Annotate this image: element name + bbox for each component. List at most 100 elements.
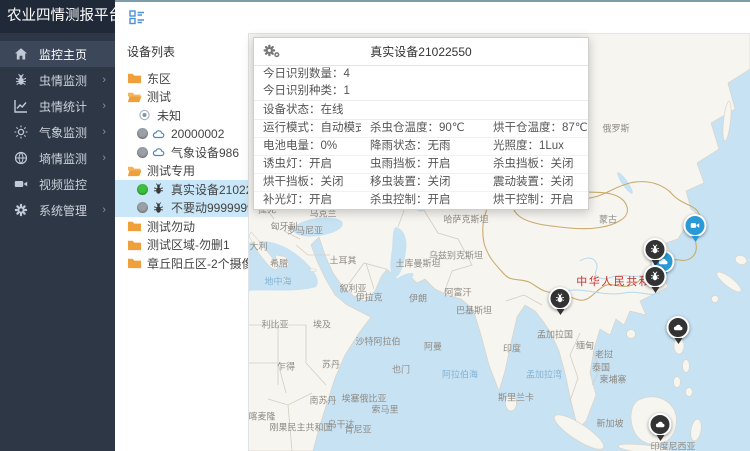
- detail-row: 烘干挡板：关闭 移虫装置：关闭 震动装置：关闭: [254, 174, 588, 192]
- marker-glyph-icon: [690, 220, 701, 231]
- detail-cell: 烘干仓温度：87℃: [484, 120, 588, 137]
- tree-item[interactable]: 不要动99999999: [115, 199, 248, 218]
- sidebar-item-icon: [14, 177, 28, 191]
- tree-item-label: 测试勿动: [147, 218, 195, 235]
- marker-glyph-icon: [650, 271, 661, 282]
- map-marker-pin[interactable]: [644, 238, 667, 261]
- tree-item-icon: [151, 201, 166, 215]
- sidebar-item-label: 系统管理: [39, 202, 87, 219]
- tree-item-icon: [151, 127, 166, 141]
- detail-cell: 震动装置：关闭: [484, 174, 588, 191]
- sidebar-item[interactable]: 虫情统计 ›: [0, 93, 115, 119]
- top-accent-strip: [115, 0, 750, 2]
- popup-detail-grid: 运行模式：自动模式 杀虫仓温度：90℃ 烘干仓温度：87℃ 电池电量：0% 降雨…: [254, 120, 588, 209]
- map-marker-pin[interactable]: [644, 265, 667, 288]
- tree-item-label: 未知: [157, 107, 181, 124]
- sidebar-item-label: 气象监测: [39, 124, 87, 141]
- device-list-title: 设备列表: [115, 33, 248, 69]
- tree-item-label: 测试: [147, 88, 171, 105]
- chevron-right-icon: ›: [102, 204, 106, 216]
- popup-device-title: 真实设备21022550: [254, 43, 588, 60]
- sidebar-item[interactable]: 系统管理 ›: [0, 197, 115, 223]
- detail-cell: 烘干挡板：关闭: [254, 174, 361, 191]
- tree-item-label: 东区: [147, 70, 171, 87]
- detail-row: 电池电量：0% 降雨状态：无雨 光照度：1Lux: [254, 138, 588, 156]
- device-status-row: 设备状态：在线: [254, 100, 588, 120]
- detail-row: 补光灯：开启 杀虫控制：开启 烘干控制：开启: [254, 192, 588, 209]
- detail-row: 诱虫灯：开启 虫雨挡板：开启 杀虫挡板：关闭: [254, 156, 588, 174]
- sidebar-item-icon: [14, 151, 28, 165]
- detail-cell: 杀虫控制：开启: [361, 192, 484, 209]
- marker-glyph-icon: [650, 244, 661, 255]
- map-marker-pin[interactable]: [684, 214, 707, 237]
- detail-cell: 杀虫挡板：关闭: [484, 156, 588, 173]
- device-list-panel: 设备列表 东区 测试 未知 20000002 气象设备986: [115, 33, 249, 451]
- list-view-icon[interactable]: [129, 9, 145, 25]
- tree-item-icon: [127, 164, 142, 178]
- map-marker-pin[interactable]: [549, 287, 572, 310]
- tree-item[interactable]: 测试专用: [115, 162, 248, 181]
- tree-item-icon: [127, 90, 142, 104]
- chevron-right-icon: ›: [102, 126, 106, 138]
- tree-item[interactable]: 未知: [115, 106, 248, 125]
- detail-cell: 运行模式：自动模式: [254, 120, 361, 137]
- popup-header: 真实设备21022550: [254, 38, 588, 66]
- sidebar-item[interactable]: 墒情监测 ›: [0, 145, 115, 171]
- detail-cell: 电池电量：0%: [254, 138, 361, 155]
- tree-item-icon: [127, 238, 142, 252]
- sidebar-item[interactable]: 视频监控 ›: [0, 171, 115, 197]
- sidebar-item-icon: [14, 47, 28, 61]
- sidebar-item-label: 虫情统计: [39, 98, 87, 115]
- tree-item[interactable]: 气象设备986: [115, 143, 248, 162]
- tree-item-icon: [137, 108, 152, 122]
- detail-cell: 诱虫灯：开启: [254, 156, 361, 173]
- tree-item[interactable]: 测试: [115, 88, 248, 107]
- sidebar-item-label: 墒情监测: [39, 150, 87, 167]
- map-marker-pin[interactable]: [649, 413, 672, 436]
- device-info-popup: 真实设备21022550 今日识别数量：4今日识别种类：1 设备状态：在线 运行…: [253, 37, 589, 210]
- detail-cell: 虫雨挡板：开启: [361, 156, 484, 173]
- sidebar-item[interactable]: 监控主页 ›: [0, 41, 115, 67]
- tree-item-icon: [151, 182, 166, 196]
- sidebar-item[interactable]: 气象监测 ›: [0, 119, 115, 145]
- device-tree: 东区 测试 未知 20000002 气象设备986 测试专用: [115, 69, 248, 273]
- tree-item-label: 不要动99999999: [171, 199, 248, 216]
- top-bar: [115, 0, 750, 34]
- summary-row: 今日识别数量：4: [254, 66, 588, 83]
- status-dot: [137, 184, 148, 195]
- tree-item[interactable]: 20000002: [115, 125, 248, 144]
- sidebar: 农业四情测报平台 监控主页 › 虫情监测 › 虫情统计 › 气象监测 › 墒情监…: [0, 0, 115, 451]
- tree-item[interactable]: 测试区域-勿删1: [115, 236, 248, 255]
- tree-item-label: 气象设备986: [171, 144, 239, 161]
- marker-glyph-icon: [555, 293, 566, 304]
- tree-item[interactable]: 测试勿动: [115, 217, 248, 236]
- tree-item[interactable]: 东区: [115, 69, 248, 88]
- tree-item-label: 20000002: [171, 127, 224, 141]
- chevron-right-icon: ›: [102, 74, 106, 86]
- status-dot: [137, 202, 148, 213]
- detail-cell: 移虫装置：关闭: [361, 174, 484, 191]
- sidebar-item-label: 监控主页: [39, 46, 87, 63]
- sidebar-item-icon: [14, 125, 28, 139]
- map-marker-pin[interactable]: [667, 316, 690, 339]
- chevron-right-icon: ›: [102, 152, 106, 164]
- marker-glyph-icon: [673, 322, 684, 333]
- summary-row: 今日识别种类：1: [254, 83, 588, 100]
- tree-item-icon: [127, 219, 142, 233]
- tree-item[interactable]: 章丘阳丘区-2个摄像头: [115, 254, 248, 273]
- sidebar-item-label: 视频监控: [39, 176, 87, 193]
- popup-summary: 今日识别数量：4今日识别种类：1: [254, 66, 588, 100]
- sidebar-menu: 监控主页 › 虫情监测 › 虫情统计 › 气象监测 › 墒情监测 › 视频监控: [0, 33, 115, 223]
- detail-cell: 补光灯：开启: [254, 192, 361, 209]
- status-dot: [137, 128, 148, 139]
- sidebar-item[interactable]: 虫情监测 ›: [0, 67, 115, 93]
- tree-item-label: 章丘阳丘区-2个摄像头: [147, 255, 248, 272]
- sidebar-item-label: 虫情监测: [39, 72, 87, 89]
- tree-item-icon: [127, 71, 142, 85]
- settings-gear-icon[interactable]: [263, 44, 280, 59]
- sidebar-item-icon: [14, 203, 28, 217]
- tree-item-label: 测试专用: [147, 162, 195, 179]
- detail-cell: 杀虫仓温度：90℃: [361, 120, 484, 137]
- tree-item[interactable]: 真实设备21022550: [115, 180, 248, 199]
- detail-cell: 降雨状态：无雨: [361, 138, 484, 155]
